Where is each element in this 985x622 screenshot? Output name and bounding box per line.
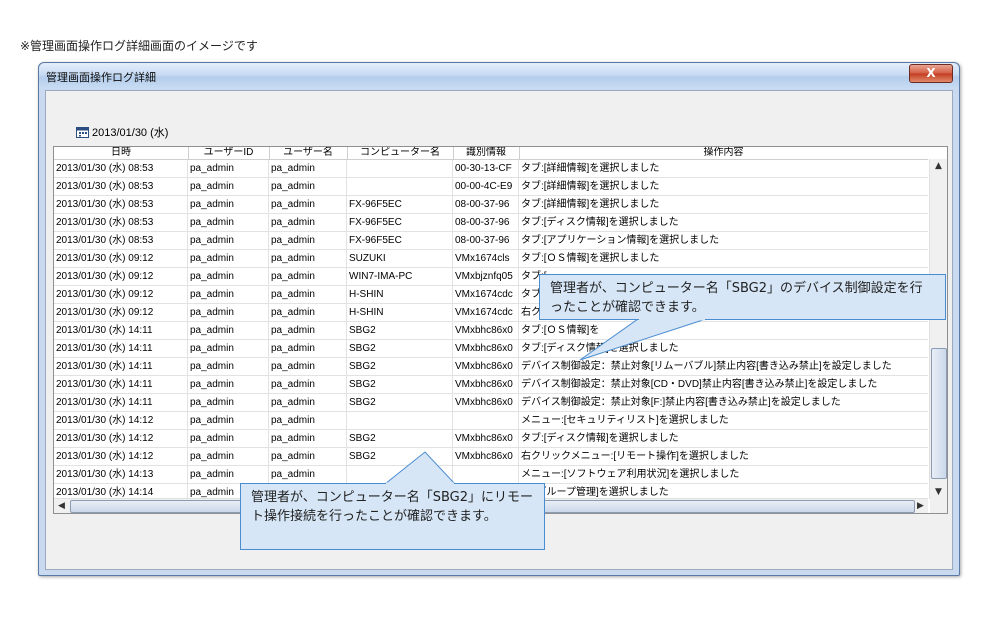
callout-pointer-joins <box>386 318 705 485</box>
